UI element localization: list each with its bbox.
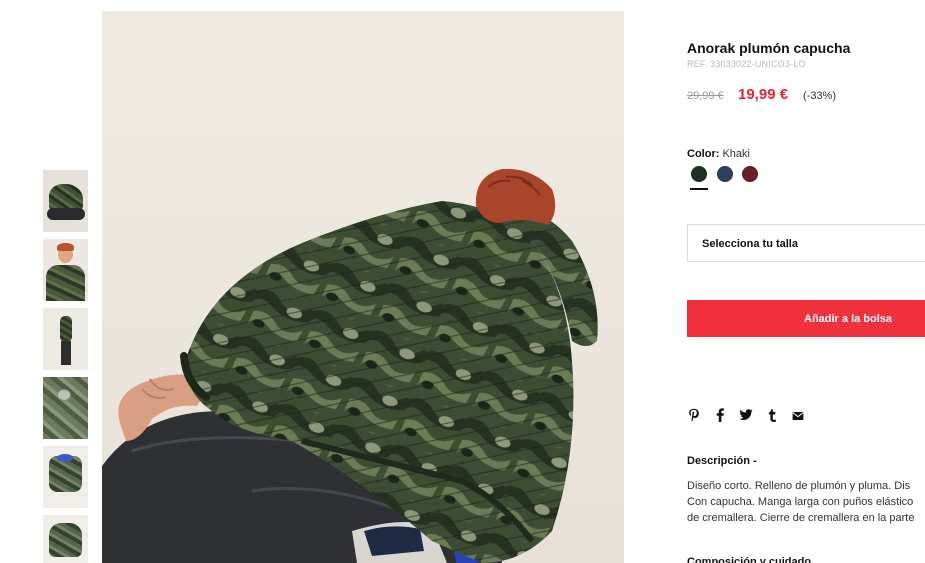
thumbnail-3[interactable] xyxy=(43,308,88,370)
description-line: Diseño corto. Relleno de plumón y pluma.… xyxy=(687,480,911,492)
thumbnail-6[interactable] xyxy=(43,515,88,563)
thumbnail-badge xyxy=(57,389,71,401)
description-heading[interactable]: Descripción - xyxy=(687,455,757,467)
add-to-bag-button[interactable]: Añadir a la bolsa xyxy=(687,300,925,337)
thumbnail-body xyxy=(46,265,85,301)
product-info-panel: Anorak plumón capucha REF. 33033022-UNIC… xyxy=(687,0,925,563)
discount-percentage: (-33%) xyxy=(803,90,837,102)
thumbnail-legs xyxy=(47,208,85,220)
thumbnail-4[interactable] xyxy=(43,377,88,439)
color-label: Color: xyxy=(687,148,720,160)
description-line: de cremallera. Cierre de cremallera en l… xyxy=(687,512,915,524)
selected-swatch-indicator xyxy=(690,188,708,190)
facebook-icon[interactable] xyxy=(712,408,728,426)
color-selector-label: Color: Khaki xyxy=(687,148,750,160)
thumbnail-hood xyxy=(57,454,73,462)
thumbnail-body xyxy=(60,316,72,342)
thumbnail-list xyxy=(43,170,89,563)
product-main-image[interactable] xyxy=(102,11,624,563)
size-selector-placeholder: Selecciona tu talla xyxy=(702,238,798,250)
color-swatch-navy[interactable] xyxy=(717,166,733,182)
description-text: Diseño corto. Relleno de plumón y pluma.… xyxy=(687,478,925,526)
tumblr-icon[interactable] xyxy=(764,408,780,426)
mail-icon[interactable] xyxy=(790,408,806,426)
twitter-icon[interactable] xyxy=(738,408,754,426)
color-swatch-khaki[interactable] xyxy=(691,166,707,182)
color-value: Khaki xyxy=(722,148,750,160)
original-price: 29,99 € xyxy=(687,90,724,102)
add-to-bag-label: Añadir a la bolsa xyxy=(804,313,893,325)
thumbnail-1[interactable] xyxy=(43,170,88,232)
product-reference: REF. 33033022-UNICO3-LO xyxy=(687,59,806,69)
size-selector[interactable]: Selecciona tu talla xyxy=(687,224,925,262)
thumbnail-legs xyxy=(61,341,71,365)
color-swatch-burgundy[interactable] xyxy=(742,166,758,182)
thumbnail-hair xyxy=(57,243,74,251)
sale-price: 19,99 € xyxy=(738,86,789,103)
pinterest-icon[interactable] xyxy=(686,408,702,426)
product-photo-illustration xyxy=(102,168,598,563)
thumbnail-5[interactable] xyxy=(43,446,88,508)
product-title: Anorak plumón capucha xyxy=(687,40,851,56)
composition-heading[interactable]: Composición y cuidado xyxy=(687,556,811,563)
thumbnail-body xyxy=(49,523,82,557)
description-line: Con capucha. Manga larga con puños elást… xyxy=(687,496,914,508)
thumbnail-2[interactable] xyxy=(43,239,88,301)
